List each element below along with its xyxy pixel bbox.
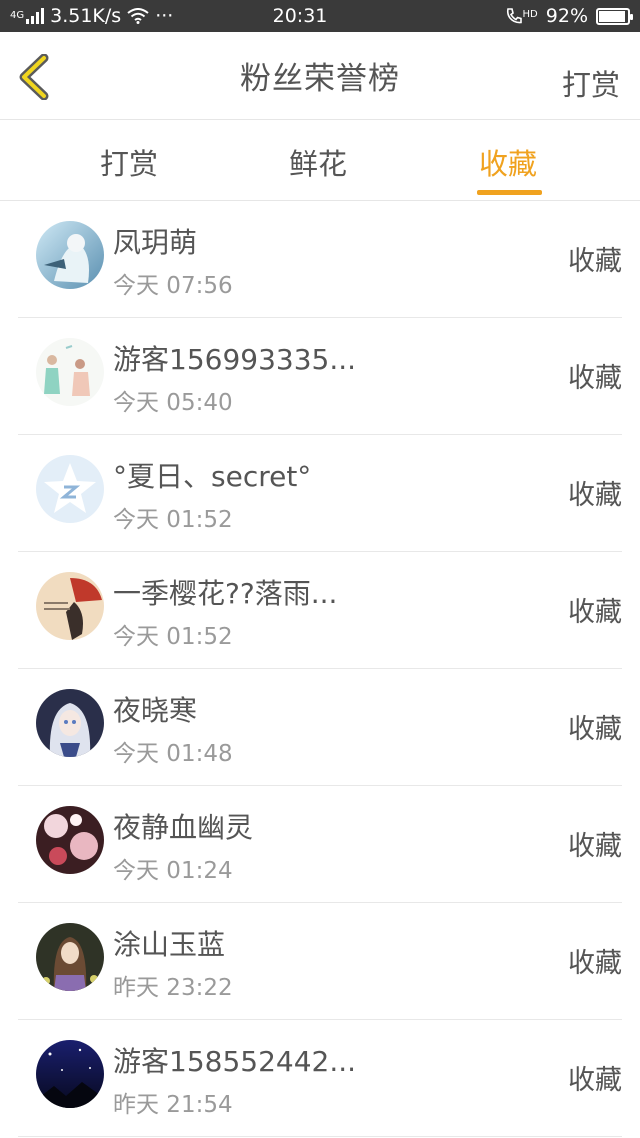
fan-name: 涂山玉蓝 bbox=[113, 928, 226, 961]
fan-time: 今天 05:40 bbox=[113, 390, 233, 416]
fan-action: 收藏 bbox=[568, 363, 622, 394]
fan-action: 收藏 bbox=[568, 831, 622, 862]
fan-time: 昨天 23:22 bbox=[113, 975, 233, 1001]
chevron-left-icon bbox=[19, 53, 49, 101]
fans-list: 凤玥萌 今天 07:56 收藏 游客156993335... 今天 05:40 … bbox=[0, 201, 640, 1137]
network-speed: 3.51K/s bbox=[50, 5, 122, 27]
tab-flowers[interactable]: 鲜花 bbox=[289, 141, 347, 183]
fan-time: 今天 01:24 bbox=[113, 858, 233, 884]
battery-icon bbox=[596, 7, 633, 25]
avatar bbox=[36, 455, 104, 523]
fan-time: 今天 01:52 bbox=[113, 507, 233, 533]
avatar bbox=[36, 806, 104, 874]
fan-name: 游客158552442... bbox=[113, 1045, 357, 1078]
tab-bar: 打赏 鲜花 收藏 bbox=[0, 121, 640, 201]
fan-action: 收藏 bbox=[568, 1065, 622, 1096]
list-item[interactable]: 夜静血幽灵 今天 01:24 收藏 bbox=[18, 786, 622, 903]
list-item[interactable]: 游客158552442... 昨天 21:54 收藏 bbox=[18, 1020, 622, 1137]
wifi-icon bbox=[127, 8, 149, 24]
list-item[interactable]: 夜晓寒 今天 01:48 收藏 bbox=[18, 669, 622, 786]
signal-icon bbox=[26, 8, 45, 24]
list-item[interactable]: 凤玥萌 今天 07:56 收藏 bbox=[18, 201, 622, 318]
fan-name: 凤玥萌 bbox=[113, 226, 198, 259]
back-button[interactable] bbox=[14, 53, 58, 101]
fan-time: 今天 01:52 bbox=[113, 624, 233, 650]
tab-reward[interactable]: 打赏 bbox=[100, 141, 158, 183]
fan-name: 夜晓寒 bbox=[113, 694, 198, 727]
fan-time: 今天 01:48 bbox=[113, 741, 233, 767]
avatar bbox=[36, 338, 104, 406]
avatar bbox=[36, 689, 104, 757]
hd-badge: HD bbox=[522, 9, 538, 20]
avatar bbox=[36, 1040, 104, 1108]
fan-action: 收藏 bbox=[568, 597, 622, 628]
fan-time: 昨天 21:54 bbox=[113, 1092, 233, 1118]
fan-action: 收藏 bbox=[568, 948, 622, 979]
avatar bbox=[36, 923, 104, 991]
active-tab-indicator bbox=[477, 190, 542, 195]
list-item[interactable]: 涂山玉蓝 昨天 23:22 收藏 bbox=[18, 903, 622, 1020]
reward-button[interactable]: 打赏 bbox=[562, 62, 620, 104]
network-type: 4G bbox=[10, 10, 25, 21]
avatar bbox=[36, 221, 104, 289]
status-bar: 4G 3.51K/s ··· 20:31 HD 92% bbox=[0, 0, 640, 32]
fan-name: 一季樱花??落雨... bbox=[113, 577, 338, 610]
avatar bbox=[36, 572, 104, 640]
list-item[interactable]: 游客156993335... 今天 05:40 收藏 bbox=[18, 318, 622, 435]
page-title: 粉丝荣誉榜 bbox=[240, 61, 400, 97]
battery-percent: 92% bbox=[545, 5, 588, 27]
clock: 20:31 bbox=[272, 5, 328, 27]
tab-favorites[interactable]: 收藏 bbox=[479, 141, 537, 183]
fan-action: 收藏 bbox=[568, 714, 622, 745]
fan-name: °夏日、secret° bbox=[113, 460, 312, 493]
more-notifications: ··· bbox=[155, 5, 174, 27]
fan-time: 今天 07:56 bbox=[113, 273, 233, 299]
list-item[interactable]: 一季樱花??落雨... 今天 01:52 收藏 bbox=[18, 552, 622, 669]
list-item[interactable]: °夏日、secret° 今天 01:52 收藏 bbox=[18, 435, 622, 552]
phone-icon bbox=[506, 8, 522, 24]
fan-action: 收藏 bbox=[568, 246, 622, 277]
header: 粉丝荣誉榜 打赏 bbox=[0, 32, 640, 120]
fan-action: 收藏 bbox=[568, 480, 622, 511]
fan-name: 夜静血幽灵 bbox=[113, 811, 254, 844]
fan-name: 游客156993335... bbox=[113, 343, 357, 376]
